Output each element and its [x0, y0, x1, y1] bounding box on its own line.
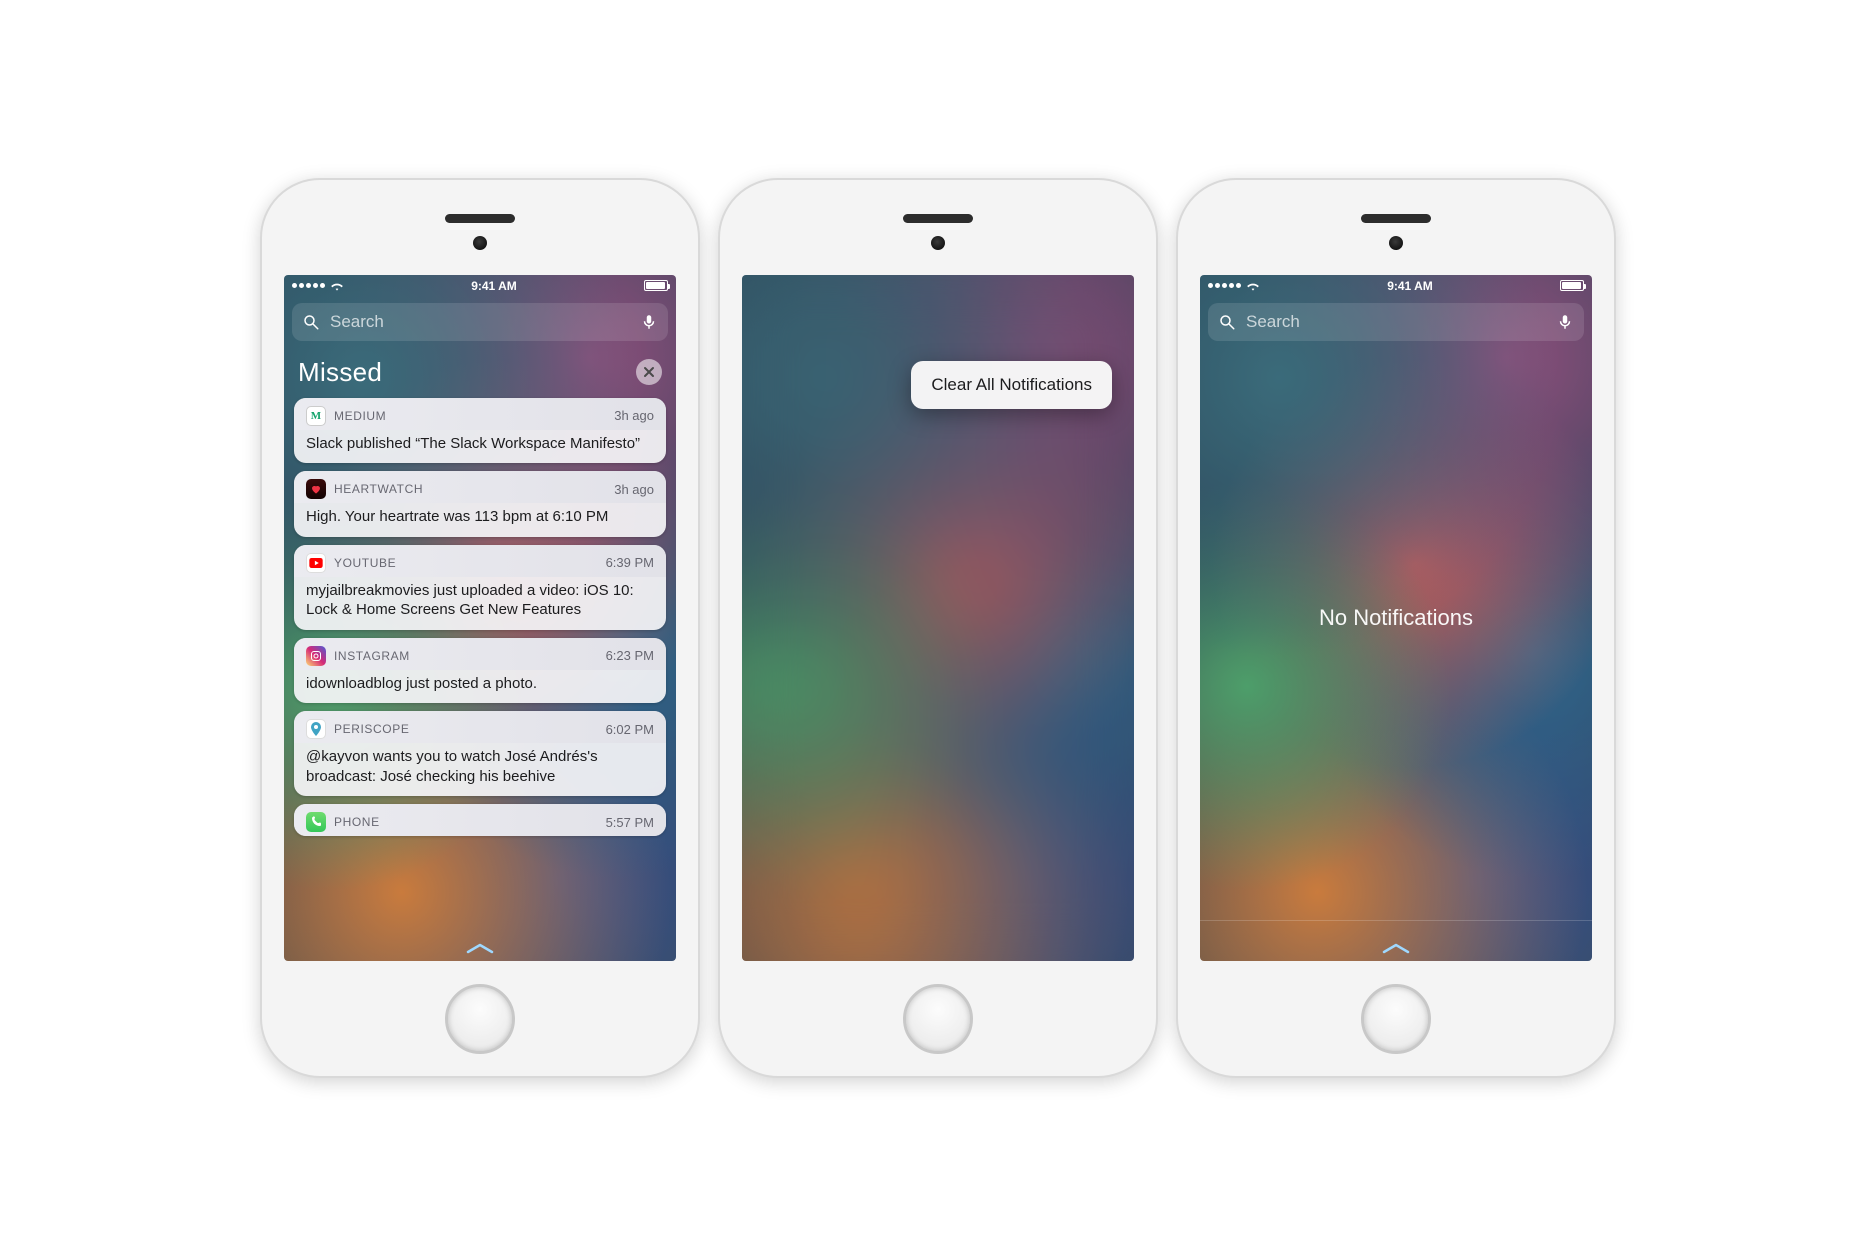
app-icon: [306, 479, 326, 499]
notification-time: 3h ago: [614, 482, 654, 497]
phone-frame-3: 9:41 AM No Notifications: [1176, 178, 1616, 1078]
home-button[interactable]: [445, 984, 515, 1054]
status-bar: 9:41 AM: [284, 275, 676, 297]
mic-icon[interactable]: [640, 313, 658, 331]
app-icon: [306, 646, 326, 666]
clear-all-label: Clear All Notifications: [931, 375, 1092, 394]
notification-header: M MEDIUM 3h ago: [294, 398, 666, 430]
search-icon: [302, 313, 320, 331]
notification-time: 6:39 PM: [606, 555, 654, 570]
status-left: [292, 279, 344, 293]
screenshot-row: 9:41 AM Missed MMEDIUM3: [0, 0, 1876, 1255]
section-header: Missed: [284, 351, 676, 398]
section-title: Missed: [298, 357, 382, 388]
phone-frame-2: Clear All Notifications: [718, 178, 1158, 1078]
notification-body: @kayvon wants you to watch José Andrés's…: [294, 743, 666, 796]
notification-body: High. Your heartrate was 113 bpm at 6:10…: [294, 503, 666, 537]
status-time: 9:41 AM: [471, 279, 517, 293]
notification-time: 6:23 PM: [606, 648, 654, 663]
status-right: [644, 280, 668, 291]
notification-card[interactable]: YOUTUBE 6:39 PM myjailbreakmovies just upl…: [294, 545, 666, 630]
notification-card[interactable]: PERISCOPE 6:02 PM @kayvon wants you to wat…: [294, 711, 666, 796]
notification-header: INSTAGRAM 6:23 PM: [294, 638, 666, 670]
divider: [1200, 920, 1592, 921]
notification-list[interactable]: M MEDIUM 3h ago Slack published “The Slack …: [284, 398, 676, 837]
app-name: YOUTUBE: [334, 556, 396, 570]
notification-card[interactable]: M MEDIUM 3h ago Slack published “The Slack …: [294, 398, 666, 464]
battery-icon: [644, 280, 668, 291]
app-icon: [306, 812, 326, 832]
home-button[interactable]: [1361, 984, 1431, 1054]
signal-dots-icon: [292, 283, 325, 288]
chevron-up-icon[interactable]: [1381, 941, 1411, 955]
screen-1: 9:41 AM Missed MMEDIUM3: [284, 275, 676, 961]
app-name: MEDIUM: [334, 409, 386, 423]
phone-frame-1: 9:41 AM Missed MMEDIUM3: [260, 178, 700, 1078]
notification-card[interactable]: HEARTWATCH 3h ago High. Your heartrate was…: [294, 471, 666, 537]
home-button[interactable]: [903, 984, 973, 1054]
notification-card[interactable]: PHONE 5:57 PM: [294, 804, 666, 836]
wifi-icon: [330, 279, 344, 293]
screen-2: Clear All Notifications: [742, 275, 1134, 961]
app-name: PERISCOPE: [334, 722, 409, 736]
search-input[interactable]: [328, 311, 632, 333]
screen-3: 9:41 AM No Notifications: [1200, 275, 1592, 961]
notification-body: Slack published “The Slack Workspace Man…: [294, 430, 666, 464]
search-bar[interactable]: [292, 303, 668, 341]
notification-header: YOUTUBE 6:39 PM: [294, 545, 666, 577]
app-icon: M: [306, 406, 326, 426]
empty-state: No Notifications: [1200, 275, 1592, 961]
chevron-up-icon[interactable]: [465, 941, 495, 955]
notification-header: PERISCOPE 6:02 PM: [294, 711, 666, 743]
notification-time: 3h ago: [614, 408, 654, 423]
clear-section-button[interactable]: [636, 359, 662, 385]
notification-card[interactable]: INSTAGRAM 6:23 PM idownloadblog just poste…: [294, 638, 666, 704]
app-name: INSTAGRAM: [334, 649, 410, 663]
notification-body: myjailbreakmovies just uploaded a video:…: [294, 577, 666, 630]
notification-header: HEARTWATCH 3h ago: [294, 471, 666, 503]
notification-body: idownloadblog just posted a photo.: [294, 670, 666, 704]
app-icon: [306, 553, 326, 573]
notification-header: PHONE 5:57 PM: [294, 804, 666, 836]
empty-state-label: No Notifications: [1319, 605, 1473, 631]
app-name: PHONE: [334, 815, 380, 829]
clear-all-button[interactable]: Clear All Notifications: [911, 361, 1112, 409]
app-icon: [306, 719, 326, 739]
notification-time: 5:57 PM: [606, 815, 654, 830]
app-name: HEARTWATCH: [334, 482, 423, 496]
notification-time: 6:02 PM: [606, 722, 654, 737]
